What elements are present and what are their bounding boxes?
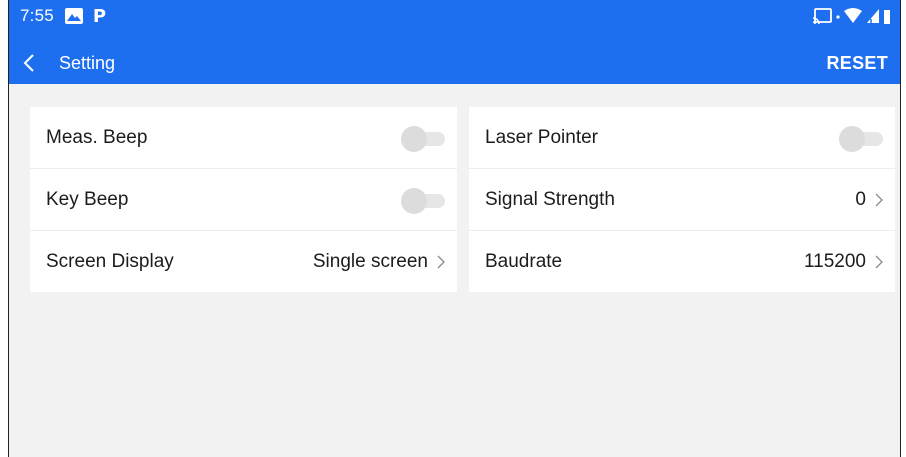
dot-icon	[836, 8, 840, 24]
setting-value: Single screen	[312, 250, 428, 272]
wifi-icon	[844, 8, 862, 24]
settings-panel-right: Laser Pointer Signal Strength 0 Baudrate…	[469, 107, 895, 292]
setting-row-key-beep[interactable]: Key Beep	[30, 169, 457, 231]
chevron-right-icon	[875, 255, 883, 269]
meas-beep-toggle[interactable]	[399, 124, 445, 152]
setting-row-laser-pointer[interactable]: Laser Pointer	[469, 107, 895, 169]
setting-label: Signal Strength	[485, 188, 615, 210]
back-arrow-icon[interactable]	[23, 52, 41, 74]
setting-label: Laser Pointer	[485, 126, 599, 148]
setting-value: 0	[855, 188, 866, 210]
status-time: 7:55	[20, 6, 54, 25]
signal-icon	[866, 8, 880, 24]
cast-icon	[812, 8, 832, 24]
laser-pointer-toggle[interactable]	[837, 124, 883, 152]
app-bar: 7:55 P Setting RESET	[9, 0, 900, 84]
key-beep-toggle[interactable]	[399, 186, 445, 214]
toolbar: Setting RESET	[9, 43, 900, 83]
setting-row-screen-display[interactable]: Screen Display Single screen	[30, 231, 457, 292]
setting-label: Key Beep	[46, 188, 129, 210]
p-icon: P	[92, 5, 107, 27]
reset-button[interactable]: RESET	[826, 53, 888, 74]
setting-label: Meas. Beep	[46, 126, 148, 148]
settings-panel-left: Meas. Beep Key Beep Screen Display Singl…	[30, 107, 457, 292]
chevron-right-icon	[437, 255, 445, 269]
setting-label: Screen Display	[46, 250, 174, 272]
status-bar: 7:55 P	[9, 0, 900, 32]
setting-row-baudrate[interactable]: Baudrate 115200	[469, 231, 895, 292]
chevron-right-icon	[875, 193, 883, 207]
gallery-icon	[64, 7, 84, 25]
status-icons	[812, 8, 890, 24]
page-title: Setting	[59, 52, 116, 73]
app-frame: 7:55 P Setting RESET Meas. Beep Key Beep…	[8, 0, 901, 457]
setting-row-signal-strength[interactable]: Signal Strength 0	[469, 169, 895, 231]
setting-label: Baudrate	[485, 250, 563, 272]
setting-row-meas-beep[interactable]: Meas. Beep	[30, 107, 457, 169]
setting-value: 115200	[804, 250, 866, 272]
battery-icon	[884, 8, 890, 24]
